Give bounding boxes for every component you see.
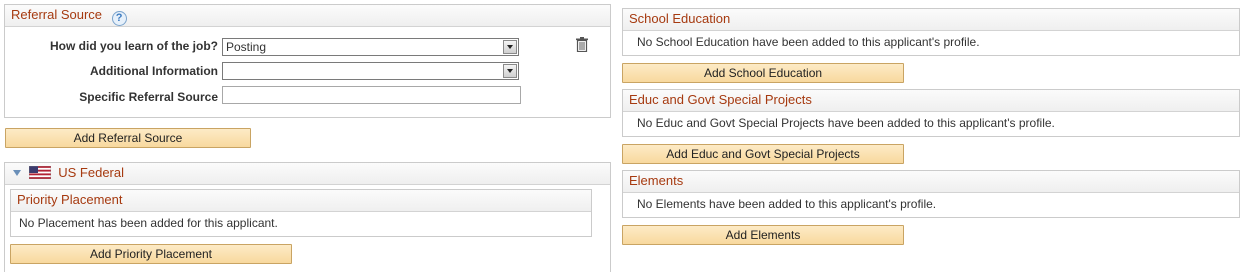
priority-placement-panel: Priority Placement No Placement has been… <box>10 189 592 237</box>
referral-source-header: Referral Source ? <box>5 5 610 27</box>
additional-information-select[interactable] <box>222 62 519 80</box>
school-education-body: No School Education have been added to t… <box>623 31 1239 53</box>
dropdown-arrow-icon[interactable] <box>503 64 517 78</box>
priority-placement-header: Priority Placement <box>11 190 591 212</box>
special-projects-title: Educ and Govt Special Projects <box>629 92 812 107</box>
elements-title: Elements <box>629 173 684 188</box>
priority-placement-empty-message: No Placement has been added for this app… <box>19 216 278 230</box>
elements-body: No Elements have been added to this appl… <box>623 193 1239 215</box>
referral-source-title: Referral Source <box>11 7 103 22</box>
collapse-triangle-icon[interactable] <box>13 170 21 176</box>
priority-placement-title: Priority Placement <box>17 192 123 207</box>
add-referral-source-button[interactable]: Add Referral Source <box>5 128 251 148</box>
add-special-projects-button[interactable]: Add Educ and Govt Special Projects <box>622 144 904 164</box>
school-education-header: School Education <box>623 9 1239 31</box>
elements-panel: Elements No Elements have been added to … <box>622 170 1240 218</box>
additional-information-label: Additional Information <box>90 64 218 78</box>
special-projects-header: Educ and Govt Special Projects <box>623 90 1239 112</box>
school-education-empty-message: No School Education have been added to t… <box>637 35 980 49</box>
elements-empty-message: No Elements have been added to this appl… <box>637 197 937 211</box>
priority-placement-body: No Placement has been added for this app… <box>11 212 591 234</box>
us-federal-header[interactable]: US Federal <box>5 163 610 185</box>
us-federal-title: US Federal <box>58 165 124 180</box>
specific-referral-source-label: Specific Referral Source <box>79 90 218 104</box>
special-projects-panel: Educ and Govt Special Projects No Educ a… <box>622 89 1240 137</box>
add-priority-placement-button[interactable]: Add Priority Placement <box>10 244 292 264</box>
help-icon[interactable]: ? <box>111 11 127 26</box>
dropdown-arrow-icon[interactable] <box>503 40 517 54</box>
learn-of-job-select[interactable]: Posting <box>222 38 519 56</box>
school-education-title: School Education <box>629 11 731 26</box>
us-flag-icon <box>28 166 51 179</box>
specific-referral-source-input[interactable] <box>222 86 521 104</box>
school-education-panel: School Education No School Education hav… <box>622 8 1240 56</box>
special-projects-empty-message: No Educ and Govt Special Projects have b… <box>637 116 1055 130</box>
add-elements-button[interactable]: Add Elements <box>622 225 904 245</box>
elements-header: Elements <box>623 171 1239 193</box>
add-school-education-button[interactable]: Add School Education <box>622 63 904 83</box>
learn-of-job-label: How did you learn of the job? <box>50 39 218 53</box>
trash-icon[interactable] <box>576 37 588 52</box>
special-projects-body: No Educ and Govt Special Projects have b… <box>623 112 1239 134</box>
learn-of-job-value: Posting <box>226 40 267 54</box>
